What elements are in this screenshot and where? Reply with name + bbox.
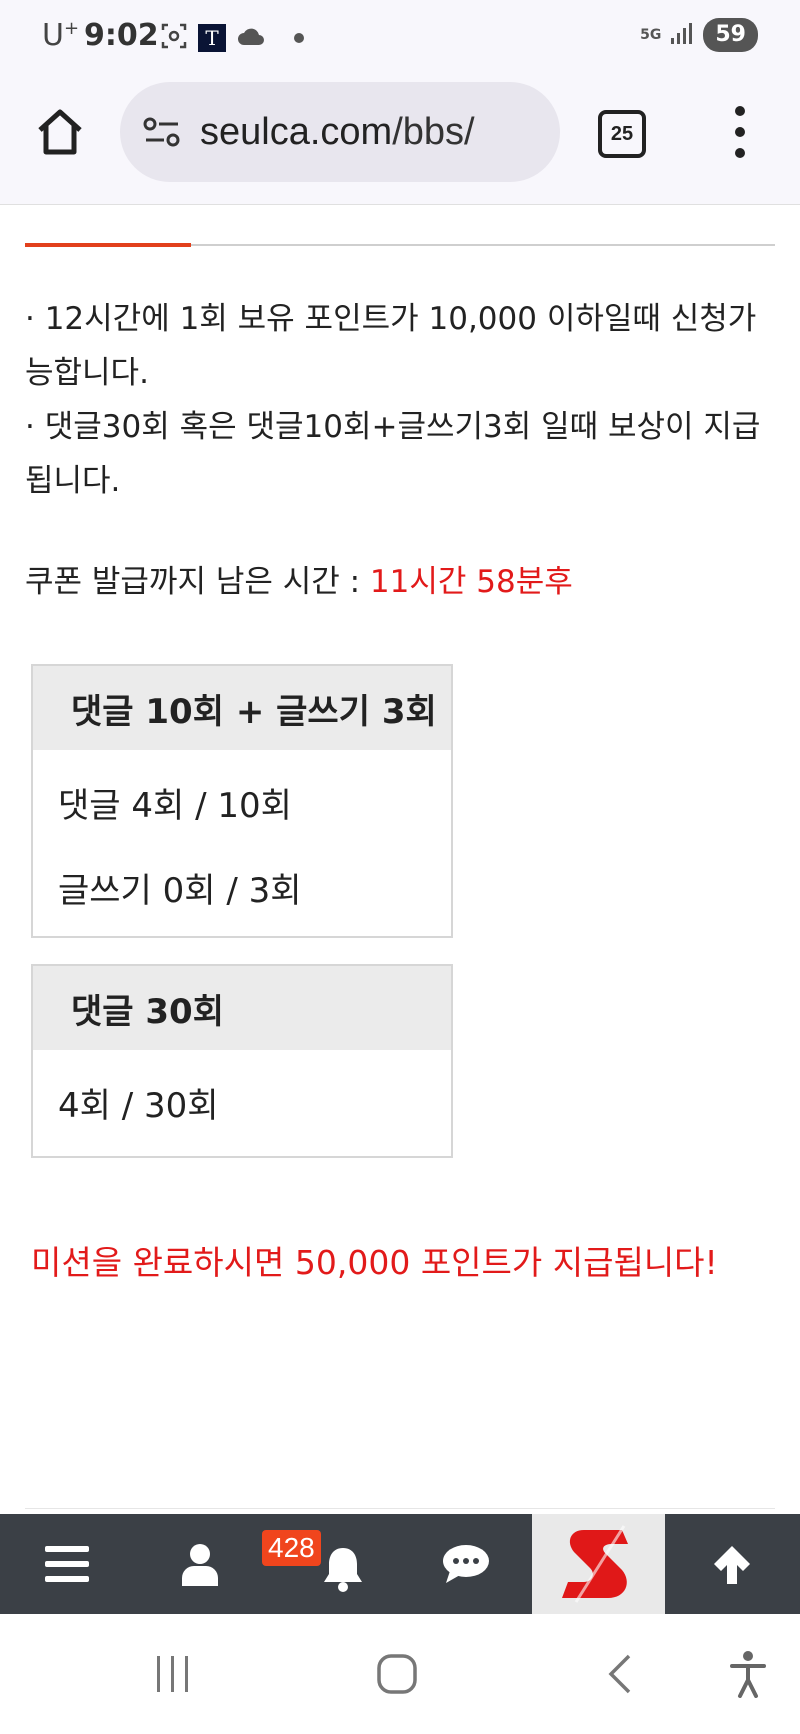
coupon-timer-value: 11시간 58분후 <box>369 564 573 600</box>
mission-progress-posts: 글쓰기 0회 / 3회 <box>58 871 302 911</box>
notification-icons: T <box>160 22 304 54</box>
android-navigation-bar <box>0 1614 800 1734</box>
notification-count-badge: 428 <box>262 1530 321 1566</box>
mission-box-title: 댓글 30회 <box>33 966 451 1050</box>
browser-toolbar: seulca.com/bbs/ 25 <box>0 74 800 205</box>
chat-icon <box>442 1545 489 1583</box>
mission-box-title: 댓글 10회 + 글쓰기 3회 <box>33 666 451 750</box>
home-icon <box>38 109 82 155</box>
t-app-icon: T <box>198 24 226 52</box>
mission-description: · 12시간에 1회 보유 포인트가 10,000 이하일때 신청가능합니다. … <box>25 292 775 508</box>
signal-icon <box>669 20 695 50</box>
nav-user-button[interactable] <box>133 1514 266 1614</box>
arrow-up-icon <box>713 1546 750 1584</box>
home-nav-button[interactable] <box>372 1644 422 1704</box>
divider <box>25 1508 775 1509</box>
section-header <box>25 204 775 247</box>
status-time: 9:02 <box>84 18 159 53</box>
carrier-label: U+ <box>42 18 80 53</box>
home-button[interactable] <box>30 102 90 162</box>
description-line: · 댓글30회 혹은 댓글10회+글쓰기3회 일때 보상이 지급됩니다. <box>25 409 761 499</box>
accessibility-button[interactable] <box>724 1644 772 1704</box>
mission-progress-comments: 4회 / 30회 <box>58 1086 219 1126</box>
back-button[interactable] <box>600 1644 640 1704</box>
menu-dot <box>735 127 745 137</box>
mission-progress-comments: 댓글 4회 / 10회 <box>58 786 292 826</box>
recent-apps-icon <box>157 1656 188 1692</box>
tab-switcher-button[interactable]: 25 <box>598 110 646 158</box>
system-icons: 5G 59 <box>640 18 758 52</box>
back-icon <box>608 1654 631 1694</box>
bell-icon <box>323 1548 362 1592</box>
nav-notification-button[interactable]: 428 <box>262 1514 399 1614</box>
scroll-top-button[interactable] <box>665 1514 798 1614</box>
menu-dot <box>735 106 745 116</box>
nav-menu-button[interactable] <box>0 1514 133 1614</box>
url-text[interactable]: seulca.com/bbs/ <box>200 111 540 154</box>
screenshot-icon <box>160 22 188 54</box>
site-logo <box>561 1525 628 1603</box>
user-icon <box>181 1544 218 1586</box>
coupon-timer-label: 쿠폰 발급까지 남은 시간 : <box>25 564 370 600</box>
coupon-timer: 쿠폰 발급까지 남은 시간 : 11시간 58분후 <box>25 556 573 601</box>
menu-icon <box>44 1546 89 1582</box>
home-circle-icon <box>377 1654 417 1694</box>
cloud-icon <box>236 25 266 51</box>
section-header-accent <box>25 243 191 247</box>
mission-box-comments: 댓글 30회 4회 / 30회 <box>31 964 453 1158</box>
reward-notice: 미션을 완료하시면 50,000 포인트가 지급됩니다! <box>31 1243 718 1282</box>
more-notifications-icon <box>294 33 304 43</box>
browser-menu-button[interactable] <box>720 102 760 162</box>
status-bar: U+ 9:02 T 5G 59 <box>0 0 800 74</box>
address-bar[interactable]: seulca.com/bbs/ <box>120 82 560 182</box>
nav-chat-button[interactable] <box>399 1514 532 1614</box>
accessibility-icon <box>730 1651 766 1698</box>
site-settings-icon[interactable] <box>138 108 186 156</box>
battery-indicator: 59 <box>703 18 758 52</box>
network-5g-icon: 5G <box>640 27 662 43</box>
mission-box-comments-posts: 댓글 10회 + 글쓰기 3회 댓글 4회 / 10회 글쓰기 0회 / 3회 <box>31 664 453 938</box>
description-line: · 12시간에 1회 보유 포인트가 10,000 이하일때 신청가능합니다. <box>25 301 757 391</box>
site-bottom-nav: 428 <box>0 1514 800 1614</box>
recent-apps-button[interactable] <box>148 1644 198 1704</box>
menu-dot <box>735 148 745 158</box>
site-logo-button[interactable] <box>532 1514 665 1614</box>
